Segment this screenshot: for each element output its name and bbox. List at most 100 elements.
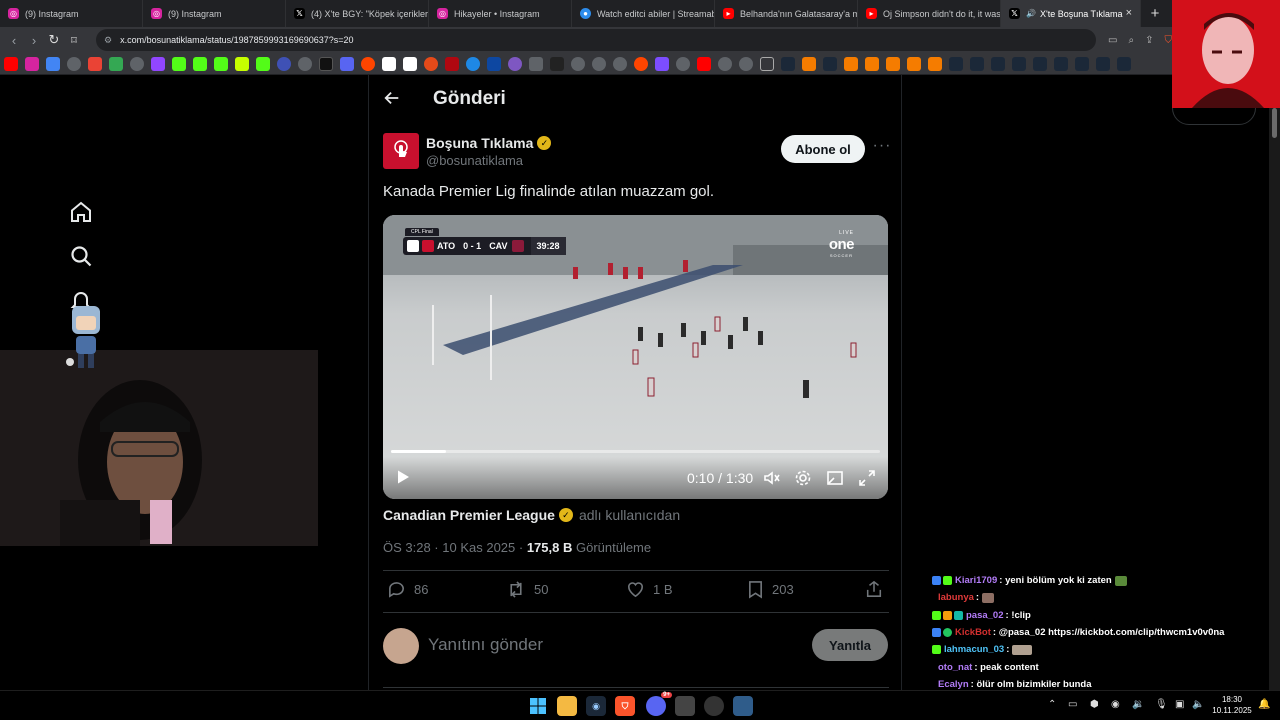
- brave-icon[interactable]: ⛉: [615, 696, 635, 716]
- bookmark-youtube-icon[interactable]: [4, 56, 18, 71]
- bookmark-globe-icon[interactable]: [613, 56, 627, 71]
- bookmark-steam-icon[interactable]: [823, 56, 837, 71]
- reply-submit-button[interactable]: Yanıtla: [812, 629, 888, 661]
- reply-input[interactable]: Yanıtını gönder: [428, 635, 543, 655]
- chat-username[interactable]: KickBot: [955, 627, 991, 638]
- bookmark-globe-icon[interactable]: [424, 56, 438, 71]
- bookmark-globe-icon[interactable]: [718, 56, 732, 71]
- bookmark-steam-icon[interactable]: [1054, 56, 1068, 71]
- bookmark-steam-icon[interactable]: [1012, 56, 1026, 71]
- search-icon[interactable]: [66, 241, 96, 271]
- bookmark-orange-icon[interactable]: [907, 56, 921, 71]
- bookmark-steam-icon[interactable]: [1117, 56, 1131, 71]
- more-options-icon[interactable]: ···: [871, 136, 893, 158]
- forward-icon[interactable]: ›: [24, 33, 44, 48]
- chat-username[interactable]: lahmacun_03: [944, 644, 1004, 655]
- bookmark-globe-icon[interactable]: [130, 56, 144, 71]
- follow-button[interactable]: Abone ol: [781, 135, 865, 163]
- scrollbar-thumb[interactable]: [1272, 108, 1277, 138]
- bookmark-globe-icon[interactable]: [739, 56, 753, 71]
- browser-tab[interactable]: ▸ Belhanda'nın Galatasaray'a mal: [715, 0, 858, 27]
- bookmark-steam-icon[interactable]: [1096, 56, 1110, 71]
- back-icon[interactable]: ‹: [4, 33, 24, 48]
- browser-tab[interactable]: ● Watch editci abiler | Streamabl: [572, 0, 715, 27]
- bookmark-x-icon[interactable]: [319, 56, 333, 71]
- browser-tab-active[interactable]: 𝕏 🔊 X'te Boşuna Tıklama ×: [1001, 0, 1141, 27]
- tray-steam-icon[interactable]: ◉: [1111, 699, 1120, 710]
- tray-network-icon[interactable]: ▣: [1175, 699, 1184, 710]
- bookmark-translate-icon[interactable]: [46, 56, 60, 71]
- cast-icon[interactable]: ▭: [1108, 35, 1117, 46]
- bookmark-discord-icon[interactable]: [340, 56, 354, 71]
- chat-username[interactable]: oto_nat: [938, 662, 972, 673]
- bookmark-globe-icon[interactable]: [676, 56, 690, 71]
- tray-app-icon[interactable]: ⬢: [1090, 699, 1099, 710]
- back-arrow-icon[interactable]: [383, 89, 403, 109]
- new-tab-button[interactable]: +: [1141, 5, 1169, 22]
- brave-shield-icon[interactable]: ⛉: [1164, 35, 1172, 46]
- share-button[interactable]: [865, 580, 883, 598]
- app-icon[interactable]: [733, 696, 753, 716]
- video-progress-bar[interactable]: [391, 450, 880, 453]
- author-avatar[interactable]: [383, 133, 419, 169]
- author-handle[interactable]: @bosunatiklama: [426, 153, 523, 168]
- bookmark-p-icon[interactable]: [382, 56, 396, 71]
- bookmark-globe-icon[interactable]: [67, 56, 81, 71]
- settings-icon[interactable]: [794, 469, 812, 487]
- reload-icon[interactable]: ↻: [44, 32, 64, 48]
- system-clock[interactable]: 18:30 10.11.2025: [1210, 694, 1254, 716]
- browser-tab[interactable]: ▸ Oj Simpson didn't do it, it was: [858, 0, 1001, 27]
- tray-volume-icon[interactable]: 🔉: [1132, 699, 1144, 710]
- bookmark-instagram-icon[interactable]: [25, 56, 39, 71]
- bookmark-orange-icon[interactable]: [844, 56, 858, 71]
- file-explorer-icon[interactable]: [557, 696, 577, 716]
- bookmark-drive-icon[interactable]: [109, 56, 123, 71]
- close-tab-icon[interactable]: ×: [1126, 7, 1132, 19]
- bookmark-k-icon[interactable]: [550, 56, 564, 71]
- bookmark-steam-icon[interactable]: [949, 56, 963, 71]
- bookmark-globe-icon[interactable]: [298, 56, 312, 71]
- bookmark-folder-icon[interactable]: [760, 56, 774, 71]
- picture-in-picture-icon[interactable]: [826, 469, 844, 487]
- bookmark-kick-icon[interactable]: [172, 56, 186, 71]
- bookmark-play-icon[interactable]: [466, 56, 480, 71]
- bookmark-kick-icon[interactable]: [193, 56, 207, 71]
- bookmark-anchor-icon[interactable]: [277, 56, 291, 71]
- bookmark-steam-icon[interactable]: [781, 56, 795, 71]
- browser-tab[interactable]: ◎ Hikayeler • Instagram: [429, 0, 572, 27]
- tray-chevron-icon[interactable]: ⌃: [1048, 699, 1056, 710]
- bookmark-amazon-icon[interactable]: [403, 56, 417, 71]
- bookmark-steam-icon[interactable]: [991, 56, 1005, 71]
- bookmark-kick-icon[interactable]: [214, 56, 228, 71]
- url-field[interactable]: ⚙ x.com/bosunatiklama/status/19878599931…: [96, 29, 1096, 51]
- repost-button[interactable]: 50: [506, 580, 548, 599]
- app-icon[interactable]: [704, 696, 724, 716]
- bookmark-globe-icon[interactable]: [529, 56, 543, 71]
- steam-icon[interactable]: ◉: [586, 696, 606, 716]
- bookmark-steam-icon[interactable]: [970, 56, 984, 71]
- share-icon[interactable]: ⇪: [1145, 35, 1153, 46]
- tray-mic-icon[interactable]: 🎙: [1155, 699, 1168, 710]
- home-icon[interactable]: [66, 197, 96, 227]
- play-icon[interactable]: [395, 469, 411, 485]
- bookmark-netflix-icon[interactable]: [445, 56, 459, 71]
- bookmark-button[interactable]: 203: [747, 580, 794, 599]
- tray-battery-icon[interactable]: ▭: [1068, 699, 1077, 710]
- tray-speaker-icon[interactable]: 🔈: [1192, 699, 1204, 710]
- bookmark-icon[interactable]: ⌑: [64, 34, 84, 47]
- video-attribution[interactable]: Canadian Premier League ✓ adlı kullanıcı…: [383, 507, 680, 523]
- fullscreen-icon[interactable]: [858, 469, 876, 487]
- bookmark-orange-icon[interactable]: [928, 56, 942, 71]
- chat-username[interactable]: Ecalyn: [938, 679, 969, 690]
- chat-username[interactable]: Kiari1709: [955, 575, 997, 586]
- bookmark-steam-icon[interactable]: [1033, 56, 1047, 71]
- bookmark-globe-icon[interactable]: [508, 56, 522, 71]
- bookmark-reddit-icon[interactable]: [361, 56, 375, 71]
- bookmark-fmf-icon[interactable]: [487, 56, 501, 71]
- bookmark-reddit-icon[interactable]: [634, 56, 648, 71]
- bookmark-twitch-icon[interactable]: [151, 56, 165, 71]
- browser-tab[interactable]: 𝕏 (4) X'te BGY: "Köpek içerikleri: [286, 0, 429, 27]
- chat-username[interactable]: pasa_02: [966, 610, 1004, 621]
- bookmark-orange-icon[interactable]: [802, 56, 816, 71]
- volume-icon[interactable]: [763, 469, 781, 487]
